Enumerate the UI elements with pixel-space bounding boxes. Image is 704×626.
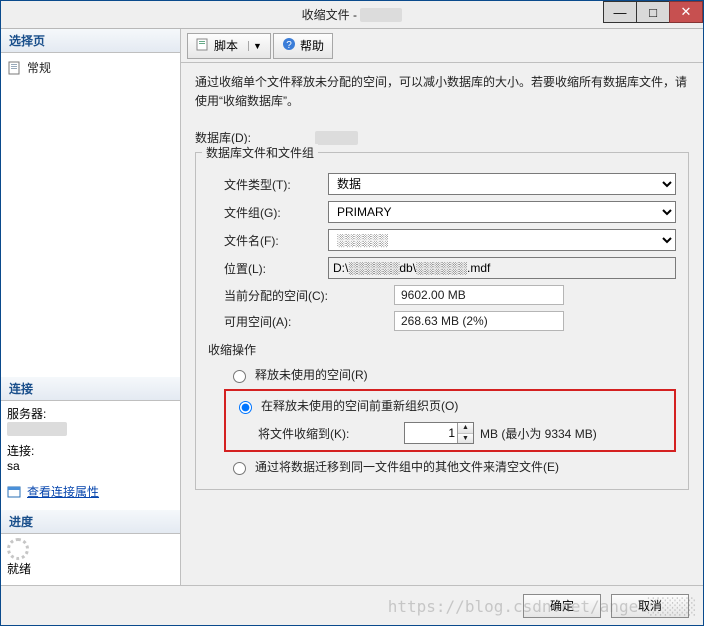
server-value: ░░░░░░░	[7, 422, 67, 436]
radio-migrate-row[interactable]: 通过将数据迁移到同一文件组中的其他文件来清空文件(E)	[224, 454, 676, 479]
location-label: 位置(L):	[224, 260, 328, 277]
ok-button[interactable]: 确定	[523, 594, 601, 618]
right-content-pane: 脚本 ▼ ? 帮助 通过收缩单个文件释放未分配的空间，可以减小数据库的大小。若要…	[181, 29, 703, 585]
groupbox-legend: 数据库文件和文件组	[202, 144, 318, 161]
file-type-select[interactable]: 数据	[328, 173, 676, 195]
shrink-action-label: 收缩操作	[208, 341, 676, 358]
radio-migrate-label: 通过将数据迁移到同一文件组中的其他文件来清空文件(E)	[255, 458, 559, 475]
minimize-button[interactable]: —	[603, 1, 637, 23]
filename-label: 文件名(F):	[224, 232, 328, 249]
radio-reorganize-label: 在释放未使用的空间前重新组织页(O)	[261, 397, 458, 414]
toolbar: 脚本 ▼ ? 帮助	[181, 29, 703, 63]
script-button[interactable]: 脚本 ▼	[187, 33, 271, 59]
nav-item-general[interactable]: 常规	[7, 57, 174, 78]
script-icon	[196, 37, 210, 54]
spin-down-icon[interactable]: ▼	[458, 434, 473, 444]
shrink-to-input[interactable]	[405, 425, 457, 441]
help-button-label: 帮助	[300, 37, 324, 54]
progress-header: 进度	[1, 510, 180, 534]
close-button[interactable]: ✕	[669, 1, 703, 23]
location-input	[328, 257, 676, 279]
progress-spinner-icon	[7, 538, 29, 560]
nav-item-general-label: 常规	[27, 59, 51, 76]
filename-select[interactable]: ░░░░░░	[328, 229, 676, 251]
radio-release-label: 释放未使用的空间(R)	[255, 366, 368, 383]
filegroup-select[interactable]: PRIMARY	[328, 201, 676, 223]
cancel-button[interactable]: 取消	[611, 594, 689, 618]
connection-label: 连接:	[7, 442, 174, 459]
properties-icon	[7, 485, 23, 499]
form-area: 通过收缩单个文件释放未分配的空间，可以减小数据库的大小。若要收缩所有数据库文件，…	[181, 63, 703, 585]
mb-min-label: MB (最小为 9334 MB)	[480, 425, 597, 442]
shrink-to-numeric[interactable]: ▲ ▼	[404, 422, 474, 444]
radio-reorganize[interactable]	[239, 401, 252, 414]
highlight-annotation: 在释放未使用的空间前重新组织页(O) 将文件收缩到(K): ▲ ▼	[224, 389, 676, 452]
allocated-label: 当前分配的空间(C):	[224, 287, 394, 304]
select-page-header: 选择页	[1, 29, 180, 53]
help-icon: ?	[282, 37, 296, 54]
view-connection-properties-link[interactable]: 查看连接属性	[27, 483, 99, 500]
file-group-box: 数据库文件和文件组 文件类型(T): 数据 文件组(G): PRIMARY 文件…	[195, 152, 689, 490]
svg-text:?: ?	[286, 40, 292, 51]
window-title-dbname: xxxxxxx	[360, 8, 402, 22]
spin-up-icon[interactable]: ▲	[458, 423, 473, 434]
connection-header: 连接	[1, 377, 180, 401]
script-button-label: 脚本	[214, 37, 238, 54]
radio-migrate[interactable]	[233, 462, 246, 475]
radio-reorganize-row[interactable]: 在释放未使用的空间前重新组织页(O)	[230, 393, 670, 418]
page-icon	[7, 61, 23, 75]
progress-ready-label: 就绪	[7, 562, 31, 576]
intro-text: 通过收缩单个文件释放未分配的空间，可以减小数据库的大小。若要收缩所有数据库文件，…	[195, 73, 689, 111]
server-label: 服务器:	[7, 405, 174, 422]
shrink-to-label: 将文件收缩到(K):	[258, 425, 398, 442]
title-bar: 收缩文件 - xxxxxxx — □ ✕	[1, 1, 703, 29]
help-button[interactable]: ? 帮助	[273, 33, 333, 59]
allocated-value: 9602.00 MB	[394, 285, 564, 305]
radio-release[interactable]	[233, 370, 246, 383]
radio-release-row[interactable]: 释放未使用的空间(R)	[224, 362, 676, 387]
available-value: 268.63 MB (2%)	[394, 311, 564, 331]
maximize-button[interactable]: □	[636, 1, 670, 23]
connection-value: sa	[7, 459, 174, 473]
chevron-down-icon[interactable]: ▼	[248, 41, 262, 51]
file-type-label: 文件类型(T):	[224, 176, 328, 193]
dialog-footer: 确定 取消	[1, 585, 703, 625]
left-navigation-pane: 选择页 常规 连接 服务器: ░░░░░░░ 连接: sa 查看连接属性 进	[1, 29, 181, 585]
available-label: 可用空间(A):	[224, 313, 394, 330]
window-title: 收缩文件 - xxxxxxx	[1, 6, 703, 23]
window-title-prefix: 收缩文件 -	[302, 8, 361, 22]
filegroup-label: 文件组(G):	[224, 204, 328, 221]
database-value: ░░░░░	[315, 131, 358, 145]
